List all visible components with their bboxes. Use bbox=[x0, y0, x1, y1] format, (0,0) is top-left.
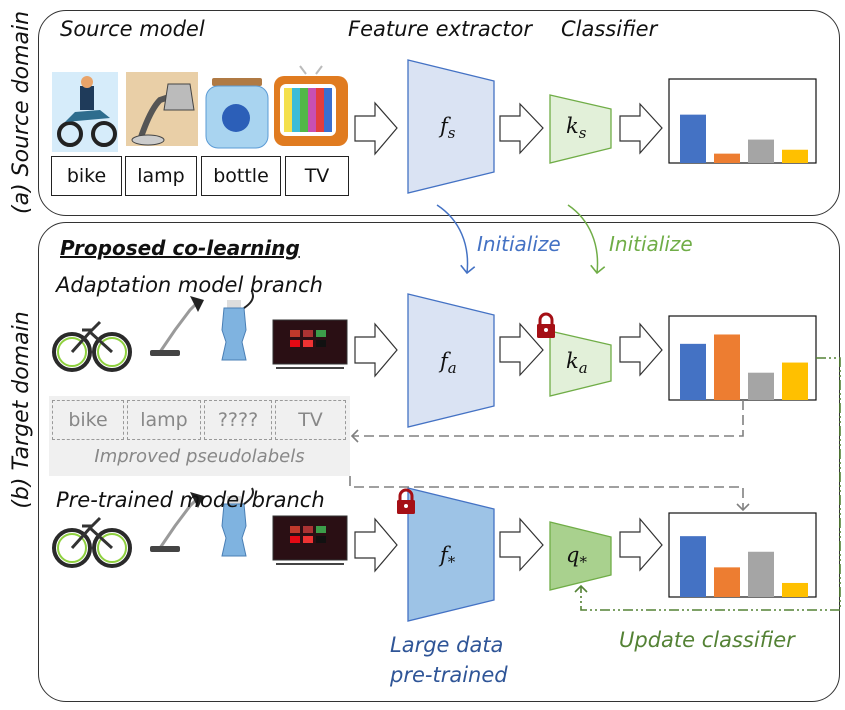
target-image-bike-pretrained bbox=[52, 516, 132, 568]
classifier-qstar-label: q* bbox=[566, 543, 587, 572]
pseudolabel-bike: bike bbox=[52, 400, 124, 440]
lock-icon-ka bbox=[537, 312, 555, 338]
source-prediction-bar-3 bbox=[782, 149, 808, 163]
initialize-arrow-feature bbox=[436, 204, 476, 275]
initialize-feature-label: Initialize bbox=[477, 232, 561, 256]
adaptation-prediction-bar-2 bbox=[748, 372, 774, 400]
target-image-tv-adapt bbox=[272, 319, 348, 369]
large-data-caption: Large data pre-trained bbox=[390, 630, 508, 690]
block-arrow-adapt-ka bbox=[619, 322, 663, 377]
target-image-tv-pretrained bbox=[272, 515, 348, 565]
co-learning-title: Proposed co-learning bbox=[60, 236, 300, 260]
block-arrow-pre-fstar bbox=[499, 517, 544, 572]
block-arrow-adapt-input bbox=[354, 322, 398, 378]
pretrained-prediction-bar-0 bbox=[680, 536, 706, 597]
source-prediction-bar-0 bbox=[680, 114, 706, 163]
classifier-ka-label: ka bbox=[566, 349, 588, 378]
block-arrow-source-input bbox=[354, 101, 398, 156]
feature-extractor-fa-label: fa bbox=[440, 349, 457, 378]
block-arrow-adapt-fa bbox=[499, 322, 544, 377]
source-image-bike bbox=[52, 72, 118, 152]
pretrained-prediction-bar-3 bbox=[782, 582, 808, 597]
adaptation-prediction-bar-3 bbox=[782, 362, 808, 400]
pretrained-prediction-bar-1 bbox=[714, 567, 740, 597]
target-image-lamp-adapt bbox=[150, 296, 204, 356]
pseudolabels-caption: Improved pseudolabels bbox=[94, 446, 305, 467]
source-image-tv bbox=[274, 65, 348, 146]
pseudolabel-unknown: ???? bbox=[204, 400, 272, 440]
source-label-lamp: lamp bbox=[125, 156, 197, 196]
diagram-canvas bbox=[52, 59, 841, 622]
source-label-bottle: bottle bbox=[201, 156, 281, 196]
large-data-line1: Large data bbox=[390, 633, 504, 657]
feature-extractor-fstar-label: f* bbox=[440, 543, 456, 572]
adaptation-branch-heading: Adaptation model branch bbox=[56, 273, 323, 297]
adaptation-prediction-bar-0 bbox=[680, 343, 706, 400]
pseudolabel-tv: TV bbox=[275, 400, 346, 440]
feature-extractor-fs-label: fs bbox=[440, 114, 456, 143]
initialize-classifier-label: Initialize bbox=[609, 232, 693, 256]
block-arrow-source-ks bbox=[619, 102, 663, 155]
pseudolabel-lamp: lamp bbox=[127, 400, 201, 440]
adaptation-prediction-bar-1 bbox=[714, 334, 740, 400]
lock-icon-fstar bbox=[397, 488, 415, 514]
large-data-line2: pre-trained bbox=[390, 663, 508, 687]
target-image-bottle-adapt bbox=[221, 291, 254, 361]
source-prediction-bar-2 bbox=[748, 139, 774, 163]
classifier-ks-label: ks bbox=[566, 114, 587, 143]
source-image-bottle bbox=[205, 78, 269, 149]
block-arrow-source-fs bbox=[499, 102, 544, 155]
block-arrow-pre-input bbox=[354, 517, 398, 573]
pretrained-prediction-bar-2 bbox=[748, 551, 774, 597]
source-label-tv: TV bbox=[285, 156, 349, 196]
initialize-arrow-classifier bbox=[567, 204, 606, 275]
block-arrow-pre-qstar bbox=[619, 517, 663, 572]
pretrained-branch-heading: Pre-trained model branch bbox=[56, 488, 325, 512]
source-image-lamp bbox=[126, 72, 198, 146]
source-label-bike: bike bbox=[51, 156, 122, 196]
update-classifier-label: Update classifier bbox=[619, 628, 795, 652]
source-prediction-bar-1 bbox=[714, 153, 740, 163]
target-image-bike-adapt bbox=[52, 320, 132, 372]
